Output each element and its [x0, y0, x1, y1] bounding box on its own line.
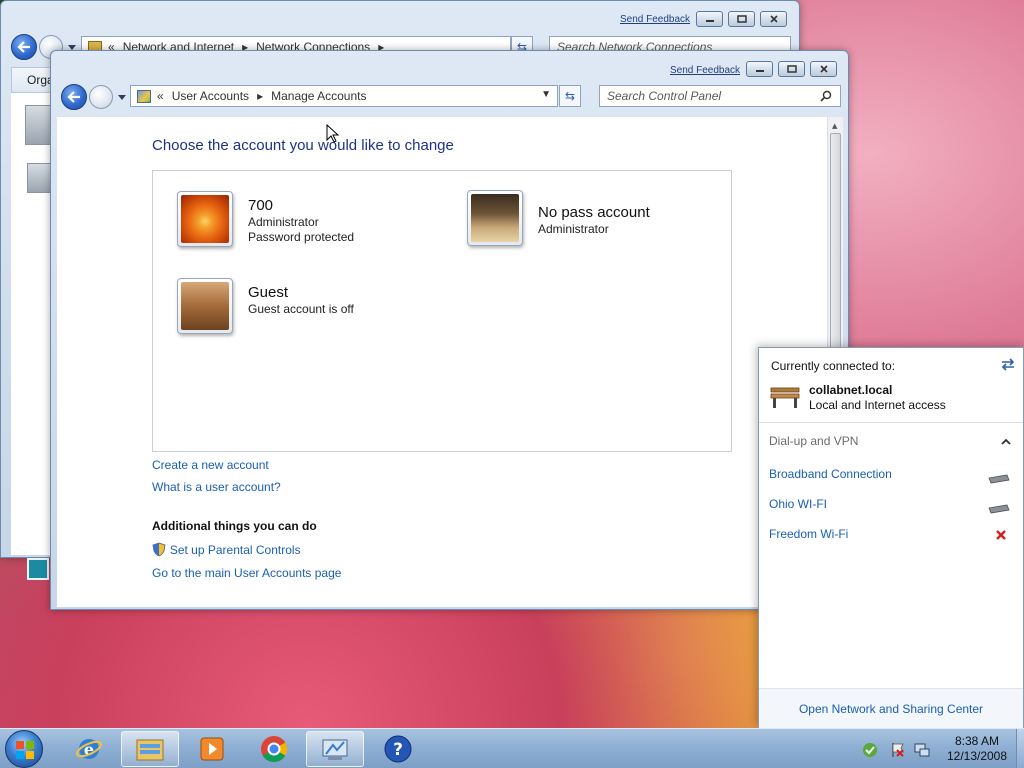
account-status: Password protected	[248, 230, 355, 244]
account-tile-700[interactable]: 700 Administrator Password protected	[173, 189, 443, 259]
network-status-icon[interactable]	[913, 741, 931, 759]
account-name: Guest	[248, 284, 289, 301]
control-panel-icon	[137, 89, 151, 103]
back-button[interactable]	[61, 84, 87, 110]
account-status: Guest account is off	[248, 302, 354, 316]
back-arrow-icon	[67, 91, 80, 103]
flyout-divider	[759, 422, 1023, 423]
refresh-networks-icon[interactable]	[1000, 357, 1016, 371]
account-name: No pass account	[538, 204, 650, 221]
internet-explorer-button[interactable]: e	[60, 731, 118, 767]
send-feedback-link[interactable]: Send Feedback	[620, 14, 690, 25]
internet-explorer-icon: e	[76, 739, 102, 759]
modem-icon	[988, 504, 1010, 514]
disconnected-x-icon	[996, 530, 1006, 540]
control-panel-icon	[322, 739, 348, 760]
address-dropdown-icon[interactable]: ▼	[541, 89, 551, 100]
shield-icon	[152, 542, 166, 557]
chrome-button[interactable]	[245, 731, 303, 767]
send-feedback-link[interactable]: Send Feedback	[670, 65, 740, 76]
control-panel-button[interactable]	[306, 731, 364, 767]
account-name: 700	[248, 197, 274, 214]
connection-broadband[interactable]: Broadband Connection	[769, 467, 892, 481]
section-header-dialup[interactable]: Dial-up and VPN	[769, 434, 858, 448]
bench-network-icon	[770, 387, 800, 408]
main-user-accounts-link[interactable]: Go to the main User Accounts page	[152, 566, 341, 580]
media-player-icon	[200, 737, 224, 761]
connection-freedom-wifi[interactable]: Freedom Wi-Fi	[769, 527, 848, 541]
parental-controls-row[interactable]: Set up Parental Controls	[152, 542, 301, 557]
minimize-button[interactable]	[696, 11, 723, 27]
network-access: Local and Internet access	[809, 398, 946, 412]
account-tile-no-pass[interactable]: No pass account Administrator	[463, 189, 723, 259]
minimize-button[interactable]	[746, 61, 773, 77]
back-arrow-icon	[17, 41, 30, 53]
modem-icon	[988, 474, 1010, 484]
briefcase-avatar	[177, 278, 233, 334]
taskbar: e ? 8:38 AM 12/13/2008	[0, 728, 1024, 768]
desktop-item	[27, 558, 49, 580]
parental-controls-link[interactable]: Set up Parental Controls	[170, 543, 301, 557]
search-icon[interactable]	[820, 90, 832, 102]
help-button[interactable]: ?	[369, 731, 427, 767]
help-icon: ?	[384, 735, 412, 763]
account-type: Administrator	[538, 222, 609, 236]
additional-heading: Additional things you can do	[152, 519, 317, 533]
forward-button[interactable]	[89, 85, 113, 109]
address-bar[interactable]: « User Accounts ▸ Manage Accounts ▼	[130, 85, 558, 107]
breadcrumb-user-accounts[interactable]: User Accounts	[172, 89, 249, 103]
what-is-user-account-link[interactable]: What is a user account?	[152, 480, 281, 494]
chrome-icon	[261, 736, 288, 763]
main-content: ▲ Choose the account you would like to c…	[57, 117, 843, 607]
media-player-button[interactable]	[183, 731, 241, 767]
close-button[interactable]	[810, 61, 837, 77]
mouse-cursor	[326, 124, 340, 143]
action-center-flag-icon[interactable]	[889, 741, 907, 759]
recent-pages-dropdown[interactable]	[118, 95, 126, 100]
network-name: collabnet.local	[809, 383, 893, 397]
svg-text:?: ?	[393, 740, 403, 760]
chess-pieces-avatar	[467, 190, 523, 246]
user-accounts-window: Send Feedback « User Accounts ▸ Manage A…	[50, 50, 849, 610]
network-flyout: Currently connected to: collabnet.local …	[758, 347, 1024, 728]
flyout-footer: Open Network and Sharing Center	[759, 688, 1023, 728]
close-button[interactable]	[760, 11, 787, 27]
start-orb[interactable]	[5, 730, 43, 768]
back-button[interactable]	[11, 34, 37, 60]
breadcrumb-manage-accounts[interactable]: Manage Accounts	[271, 89, 366, 103]
network-adapter-icon[interactable]	[25, 105, 53, 145]
clock-time: 8:38 AM	[954, 734, 1000, 748]
show-desktop-button[interactable]	[1016, 729, 1024, 768]
collapse-chevron-icon[interactable]	[1001, 438, 1011, 446]
orange-flower-avatar	[177, 191, 233, 247]
maximize-button[interactable]	[778, 61, 805, 77]
maximize-button[interactable]	[728, 11, 755, 27]
create-account-link[interactable]: Create a new account	[152, 458, 269, 472]
windows-explorer-icon	[136, 739, 164, 761]
search-control-panel-input[interactable]: Search Control Panel	[599, 85, 841, 107]
open-sharing-center-link[interactable]: Open Network and Sharing Center	[759, 702, 1023, 716]
connected-label: Currently connected to:	[771, 359, 896, 373]
connection-ohio-wifi[interactable]: Ohio WI-FI	[769, 497, 827, 511]
refresh-button[interactable]: ⇆	[559, 85, 581, 107]
account-tile-guest[interactable]: Guest Guest account is off	[173, 276, 443, 346]
page-title: Choose the account you would like to cha…	[152, 137, 454, 154]
accounts-panel: 700 Administrator Password protected No …	[152, 170, 732, 452]
windows-logo-icon	[16, 741, 34, 759]
clock-date: 12/13/2008	[946, 749, 1008, 763]
security-shield-icon[interactable]	[861, 741, 879, 759]
account-type: Administrator	[248, 215, 319, 229]
windows-explorer-button[interactable]	[121, 731, 179, 767]
clock[interactable]: 8:38 AM 12/13/2008	[940, 734, 1014, 764]
